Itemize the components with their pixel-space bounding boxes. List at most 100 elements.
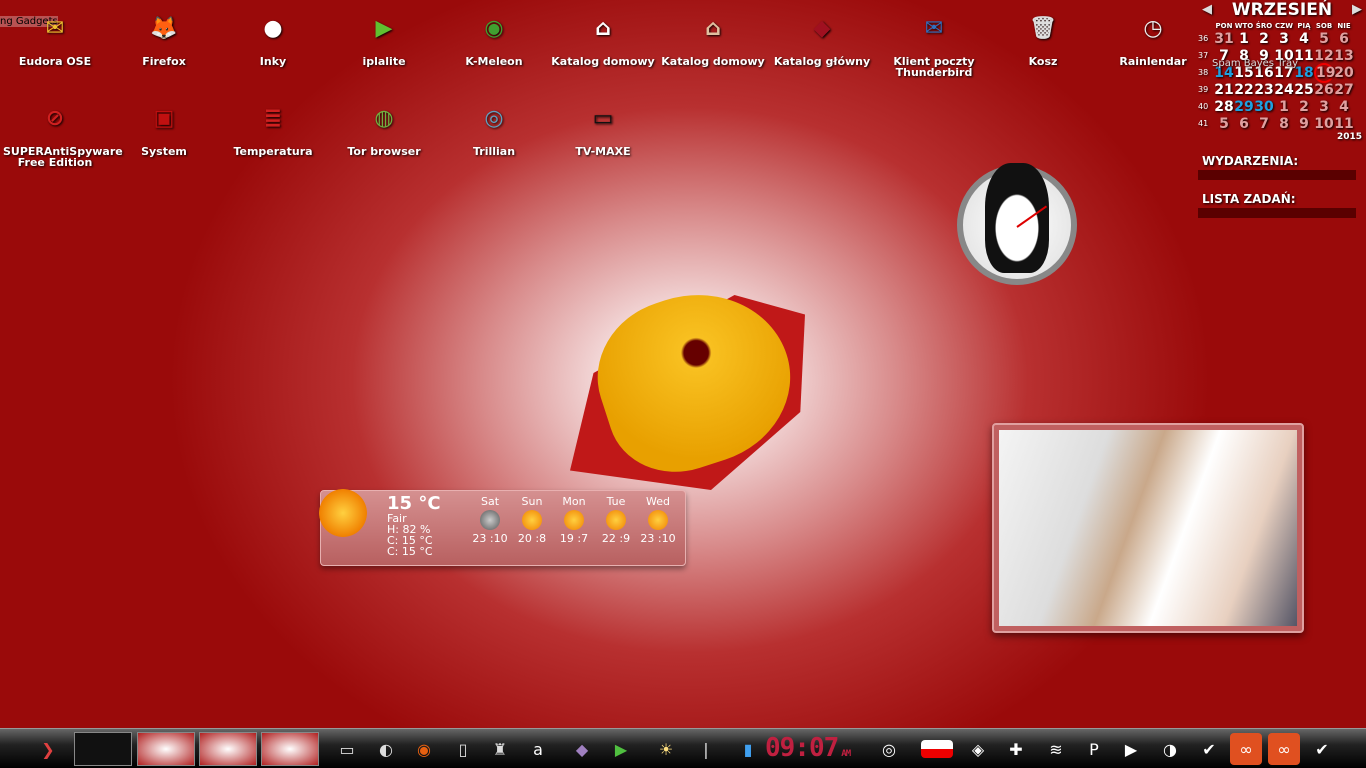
thermometer-icon[interactable]: | (690, 733, 722, 765)
app-icon: ◍ (374, 105, 394, 131)
app-icon: ⊘ (45, 105, 65, 131)
desktop-icon-1[interactable]: 🦊 Firefox (112, 6, 216, 67)
play-icon[interactable]: ▶ (605, 733, 637, 765)
desktop-icon-16[interactable]: ▭ TV-MAXE (551, 96, 655, 157)
puzzle-icon[interactable]: ✚ (1000, 733, 1032, 765)
icon-label: Eudora OSE (18, 55, 92, 68)
link-icon[interactable]: ∞ (1268, 733, 1300, 765)
current-temp: 15 °C (387, 493, 441, 514)
wifi-icon[interactable]: ≋ (1040, 733, 1072, 765)
rainlendar-calendar: ◀ ▶ WRZESIEŃ PON WTO ŚRO CZW PIĄ SOB NIE 36 31 1… (1198, 0, 1366, 218)
desktop-icon-5[interactable]: ⌂ Katalog domowy (551, 6, 655, 67)
next-month-icon[interactable]: ▶ (1352, 2, 1362, 17)
week-number: 41 (1198, 119, 1209, 128)
prev-month-icon[interactable]: ◀ (1202, 2, 1212, 17)
network-icon[interactable]: ◈ (962, 733, 994, 765)
calendar-day[interactable]: 22 (1234, 82, 1254, 98)
week-number: 39 (1198, 85, 1209, 94)
window-3[interactable] (261, 732, 319, 766)
forecast-temps: 19 :7 (559, 532, 589, 545)
desktop-icon-10[interactable]: ◷ Rainlendar (1101, 6, 1205, 67)
icon-label: iplalite (362, 55, 406, 68)
link-icon[interactable]: ∞ (1230, 733, 1262, 765)
calendar-day[interactable]: 9 (1294, 116, 1314, 132)
calendar-day[interactable]: 19 (1314, 62, 1335, 83)
calendar-day[interactable]: 1 (1234, 31, 1254, 47)
calendar-day[interactable]: 27 (1334, 82, 1354, 98)
calendar-day[interactable]: 12 (1314, 48, 1334, 64)
weather-icon (522, 510, 542, 530)
calendar-day[interactable]: 8 (1274, 116, 1294, 132)
icon-label: Trillian (472, 145, 516, 158)
terminal-icon[interactable]: ▭ (331, 733, 363, 765)
icon-label: System (141, 145, 187, 158)
desktop-icon-7[interactable]: ◆ Katalog główny (770, 6, 874, 67)
desktop-icon-4[interactable]: ◉ K-Meleon (442, 6, 546, 67)
calendar-day[interactable]: 24 (1274, 82, 1294, 98)
calendar-day[interactable]: 29 (1234, 99, 1254, 115)
p-icon[interactable]: P (1078, 733, 1110, 765)
play-icon[interactable]: ▶ (1115, 733, 1147, 765)
pidgin-icon[interactable]: ◆ (566, 733, 598, 765)
calendar-day[interactable]: 5 (1214, 116, 1234, 132)
calendar-day[interactable]: 2 (1294, 99, 1314, 115)
desktop-icon-9[interactable]: 🗑 Kosz (991, 6, 1095, 67)
forecast-day: Sat 23 :10 (469, 495, 511, 545)
bird-icon[interactable]: ✔ (1193, 733, 1225, 765)
calendar-day[interactable]: 20 (1334, 65, 1354, 81)
calendar-day[interactable]: 13 (1334, 48, 1354, 64)
game-icon[interactable]: ♜ (484, 733, 516, 765)
a-icon[interactable]: a (522, 733, 554, 765)
forecast-day: Mon 19 :7 (553, 495, 595, 545)
window-2[interactable] (199, 732, 257, 766)
calendar-day[interactable]: 28 (1214, 99, 1234, 115)
firefox-icon[interactable]: ◉ (408, 733, 440, 765)
calendar-day[interactable]: 21 (1214, 82, 1234, 98)
calendar-day[interactable]: 4 (1294, 31, 1314, 47)
desktop-icon-15[interactable]: ◎ Trillian (442, 96, 546, 157)
icon-label: Katalog domowy (661, 55, 765, 68)
desktop-icon-14[interactable]: ◍ Tor browser (332, 96, 436, 157)
calendar-day[interactable]: 11 (1334, 116, 1354, 132)
calendar-day[interactable]: 5 (1314, 31, 1334, 47)
mail-icon: ✉ (45, 15, 65, 41)
desktop-icon-13[interactable]: ≣ Temperatura (221, 96, 325, 157)
calendar-day[interactable]: 26 (1314, 82, 1334, 98)
desktop-icon-8[interactable]: ✉ Klient poczty Thunderbird (882, 6, 986, 78)
calendar-day[interactable]: 1 (1274, 99, 1294, 115)
calendar-day[interactable]: 30 (1254, 99, 1274, 115)
bulb-icon[interactable]: ☀ (650, 733, 682, 765)
calendar-day[interactable]: 10 (1314, 116, 1334, 132)
calendar-day[interactable]: 3 (1314, 99, 1334, 115)
photo-image (999, 430, 1297, 626)
desktop-icon-11[interactable]: ⊘ SUPERAntiSpyware Free Edition (3, 96, 123, 168)
desktop-icon-2[interactable]: ● Inky (221, 6, 325, 67)
desktop-icon-0[interactable]: ✉ Eudora OSE (3, 6, 107, 67)
file-icon[interactable]: ▯ (447, 733, 479, 765)
battery-icon[interactable]: ▮ (732, 733, 764, 765)
calendar-day[interactable]: 6 (1234, 116, 1254, 132)
window-terminal[interactable] (74, 732, 132, 766)
desktop-icon-6[interactable]: ⌂ Katalog domowy (661, 6, 765, 67)
desktop-icon-12[interactable]: ▣ System (112, 96, 216, 157)
window-1[interactable] (137, 732, 195, 766)
desktop-icon-3[interactable]: ▶ iplalite (332, 6, 436, 67)
calendar-day[interactable]: 23 (1254, 82, 1274, 98)
screenshot-icon[interactable]: ◐ (370, 733, 402, 765)
calendar-day[interactable]: 25 (1294, 82, 1314, 98)
calendar-day[interactable]: 2 (1254, 31, 1274, 47)
tasks-label: LISTA ZADAŃ: (1198, 190, 1356, 218)
calendar-day[interactable]: 3 (1274, 31, 1294, 47)
bird-icon[interactable]: ✔ (1306, 733, 1338, 765)
flag-pl-icon[interactable] (921, 740, 953, 758)
calendar-day[interactable]: 31 (1214, 31, 1234, 47)
calendar-day[interactable]: 7 (1254, 116, 1274, 132)
menu-button[interactable]: ❯ (32, 733, 64, 765)
icon-label: Katalog domowy (551, 55, 655, 68)
chat-icon[interactable]: ◑ (1154, 733, 1186, 765)
volume-icon[interactable]: ◎ (873, 733, 905, 765)
calendar-day[interactable]: 6 (1334, 31, 1354, 47)
forecast-day-name: Sun (521, 495, 543, 508)
calendar-day[interactable]: 4 (1334, 99, 1354, 115)
app-icon: ● (263, 15, 283, 41)
